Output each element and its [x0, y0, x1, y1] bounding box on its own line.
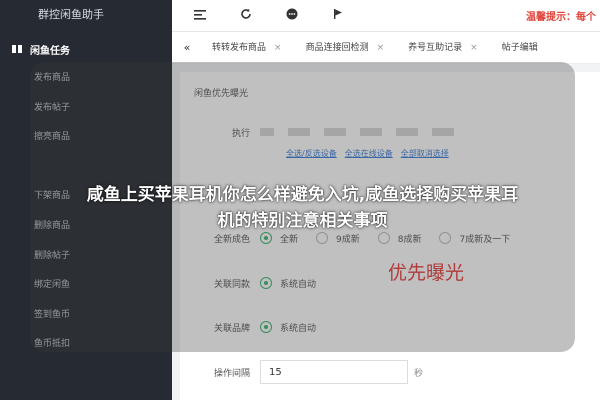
tab-label: 商品连接回检测 [305, 42, 369, 53]
warning-text: 温馨提示：每个 [526, 12, 596, 23]
close-icon[interactable]: × [274, 37, 282, 59]
tab-link-check[interactable]: 商品连接回检测 × [296, 37, 395, 59]
caption-line-2: 机的特别注意相关事项 [217, 211, 388, 231]
chat-icon[interactable] [269, 8, 315, 23]
double-chevron-left-icon[interactable]: « [172, 41, 202, 54]
tab-label: 养号互助记录 [408, 42, 463, 53]
interval-unit: 秒 [414, 368, 424, 379]
flag-icon[interactable] [315, 8, 361, 23]
interval-row: 操作间隔 15 秒 [180, 360, 600, 384]
app-title: 群控闲鱼助手 [38, 8, 104, 21]
tab-strip: « 转转发布商品 × 商品连接回检测 × 养号互助记录 × 帖子编辑 [172, 32, 600, 64]
refresh-icon[interactable] [223, 8, 269, 23]
caption-text: 咸鱼上买苹果耳机你怎么样避免入坑,咸鱼选择购买苹果耳 机的特别注意相关事项 [30, 182, 575, 234]
tab-mutual-aid-log[interactable]: 养号互助记录 × [398, 37, 488, 59]
top-toolbar: 温馨提示：每个 [172, 0, 600, 32]
tab-label: 帖子编辑 [501, 42, 538, 53]
close-icon[interactable]: × [377, 37, 385, 59]
caption-line-1: 咸鱼上买苹果耳机你怎么样避免入坑,咸鱼选择购买苹果耳 [86, 185, 519, 205]
interval-input[interactable]: 15 [260, 360, 408, 384]
sidebar-section-label: 闲鱼任务 [30, 45, 70, 57]
sidebar-section-idle-fish-tasks[interactable]: 闲鱼任务 [0, 34, 172, 64]
close-icon[interactable]: × [470, 37, 478, 59]
tab-label: 转转发布商品 [212, 42, 267, 53]
menu-icon[interactable] [177, 9, 223, 23]
interval-label: 操作间隔 [213, 368, 250, 379]
tab-zhuanzhuan-publish[interactable]: 转转发布商品 × [202, 37, 292, 59]
tab-post-edit[interactable]: 帖子编辑 [492, 37, 548, 59]
idle-fish-icon [10, 42, 24, 56]
